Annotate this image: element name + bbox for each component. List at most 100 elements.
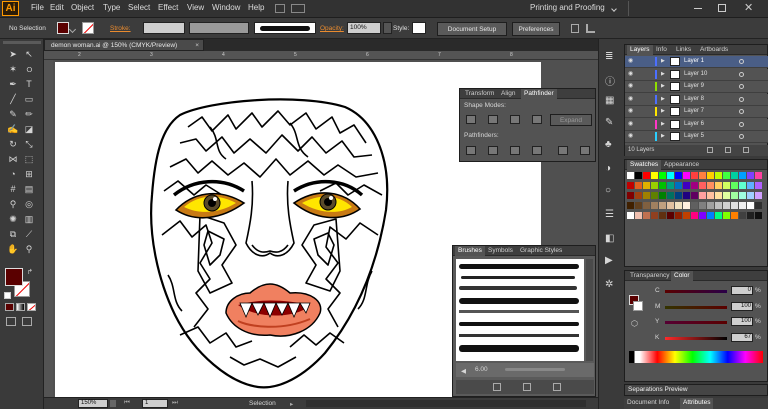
color-swatch[interactable] [691, 172, 698, 179]
rectangle-tool-icon[interactable]: ▭ [22, 93, 36, 106]
color-swatch[interactable] [723, 182, 730, 189]
hand-tool-icon[interactable]: ✋ [6, 243, 20, 256]
brush-size-value[interactable]: 6.00 [475, 366, 488, 373]
color-swatch[interactable] [651, 212, 658, 219]
color-swatch[interactable] [739, 172, 746, 179]
color-swatch[interactable] [747, 212, 754, 219]
color-swatch[interactable] [731, 192, 738, 199]
color-swatch[interactable] [747, 172, 754, 179]
target-icon[interactable] [739, 109, 744, 114]
target-icon[interactable] [739, 59, 744, 64]
zoom-input[interactable]: 150% [78, 399, 108, 408]
visibility-eye-icon[interactable]: ◉ [628, 81, 633, 92]
layer-name[interactable]: Layer 8 [684, 94, 704, 105]
visibility-eye-icon[interactable]: ◉ [628, 94, 633, 105]
color-swatch[interactable] [731, 182, 738, 189]
expand-button[interactable]: Expand [550, 114, 592, 126]
symbols-icon[interactable]: ♣ [605, 139, 612, 150]
brush-stroke[interactable] [459, 322, 579, 326]
color-swatch[interactable] [675, 182, 682, 189]
minus-back-icon[interactable] [580, 146, 590, 155]
brush-stroke[interactable] [459, 345, 579, 352]
channel-c-input[interactable]: 0 [731, 286, 753, 295]
color-swatch[interactable] [643, 202, 650, 209]
layer-name[interactable]: Layer 5 [684, 131, 704, 142]
panel-menu-icon[interactable] [586, 24, 595, 33]
color-swatch[interactable] [675, 192, 682, 199]
menu-file[interactable]: File [31, 3, 44, 12]
separations-panel[interactable]: Separations Preview [624, 384, 768, 396]
color-swatch[interactable] [627, 212, 634, 219]
brush-stroke[interactable] [459, 310, 579, 313]
trim-icon[interactable] [488, 146, 498, 155]
color-swatch[interactable] [747, 202, 754, 209]
color-swatch[interactable] [659, 212, 666, 219]
brushes-icon[interactable]: ✎ [605, 117, 613, 128]
fill-color-box[interactable] [5, 268, 23, 286]
zoom-dropdown-icon[interactable] [110, 400, 116, 407]
tools-grip[interactable] [3, 41, 41, 44]
new-brush-icon[interactable] [523, 383, 531, 391]
target-icon[interactable] [739, 121, 744, 127]
swap-colors-icon[interactable]: ↱ [27, 268, 33, 276]
target-icon[interactable] [739, 134, 744, 139]
shape-builder-tool-icon[interactable]: ◔ [6, 168, 20, 181]
color-swatch[interactable] [667, 172, 674, 179]
brush-stroke[interactable] [459, 264, 579, 269]
stroke-label[interactable]: Stroke: [110, 25, 131, 32]
tab-layers[interactable]: Layers [627, 45, 653, 55]
divide-icon[interactable] [466, 146, 476, 155]
color-swatch[interactable] [667, 212, 674, 219]
unite-icon[interactable] [466, 115, 476, 124]
channel-y-input[interactable]: 100 [731, 317, 753, 326]
next-artboard-icon[interactable]: ⏭ [172, 399, 178, 407]
color-swatch[interactable] [723, 212, 730, 219]
color-swatch[interactable] [635, 182, 642, 189]
paintbrush-tool-icon[interactable]: ✎ [6, 108, 20, 121]
layer-name[interactable]: Layer 1 [684, 56, 704, 67]
status-menu-icon[interactable]: ▸ [290, 400, 293, 408]
color-swatch[interactable] [699, 202, 706, 209]
opacity-label[interactable]: Opacity: [320, 25, 344, 32]
crop-icon[interactable] [532, 146, 542, 155]
color-swatch[interactable] [651, 172, 658, 179]
tab-graphic-styles[interactable]: Graphic Styles [517, 246, 565, 256]
color-swatch[interactable] [635, 172, 642, 179]
expand-layer-icon[interactable]: ▶ [661, 119, 665, 130]
color-swatch[interactable] [659, 182, 666, 189]
none-mode-icon[interactable] [27, 303, 36, 311]
channel-m-input[interactable]: 100 [731, 302, 753, 311]
expand-layer-icon[interactable]: ▶ [661, 81, 665, 92]
delete-layer-icon[interactable] [743, 147, 749, 153]
layer-name[interactable]: Layer 7 [684, 106, 704, 117]
color-swatch[interactable] [627, 202, 634, 209]
transparency-icon[interactable]: ◧ [605, 233, 614, 244]
actions-icon[interactable]: ▶ [605, 255, 613, 266]
layer-name[interactable]: Layer 10 [684, 69, 707, 80]
tab-artboards[interactable]: Artboards [697, 45, 731, 55]
tab-transform[interactable]: Transform [462, 89, 497, 99]
column-graph-tool-icon[interactable]: ▥ [22, 213, 36, 226]
color-swatch[interactable] [643, 212, 650, 219]
color-swatch[interactable] [715, 212, 722, 219]
artboard-tool-icon[interactable]: ⧉ [6, 228, 20, 241]
color-swatch[interactable] [723, 202, 730, 209]
stroke-weight-input[interactable] [143, 22, 185, 34]
color-swatch[interactable] [651, 182, 658, 189]
tab-attributes[interactable]: Attributes [680, 398, 714, 409]
tab-links[interactable]: Links [673, 45, 694, 55]
draw-normal-icon[interactable] [6, 317, 16, 326]
workspace-chevron-icon[interactable] [611, 6, 617, 12]
color-swatch[interactable] [699, 212, 706, 219]
document-setup-button[interactable]: Document Setup [437, 22, 507, 36]
color-swatch[interactable] [715, 192, 722, 199]
color-swatch[interactable] [683, 172, 690, 179]
eyedropper-tool-icon[interactable]: ⚲ [6, 198, 20, 211]
visibility-eye-icon[interactable]: ◉ [628, 131, 633, 142]
color-swatch[interactable] [635, 212, 642, 219]
document-tab[interactable]: demon woman.ai @ 150% (CMYK/Preview) × [44, 39, 204, 51]
blob-brush-tool-icon[interactable]: ✍ [6, 123, 20, 136]
color-swatch[interactable] [707, 172, 714, 179]
color-swatch[interactable] [651, 192, 658, 199]
exclude-icon[interactable] [532, 115, 542, 124]
